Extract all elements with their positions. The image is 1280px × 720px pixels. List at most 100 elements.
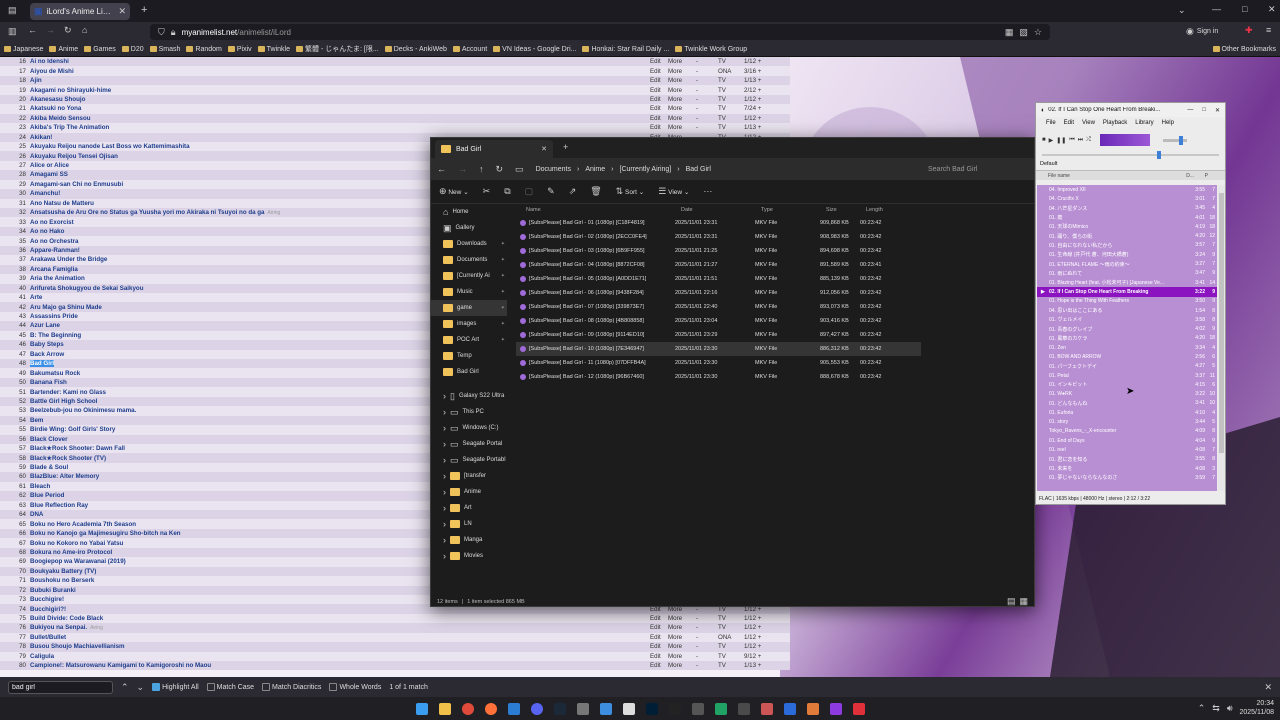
find-input[interactable] [8,680,113,694]
anime-title-text[interactable]: Black★Rock Shooter: Dawn Fall [30,445,125,452]
chevron-right-icon[interactable]: › [443,471,446,481]
back-icon[interactable]: ← [437,164,446,174]
file-name[interactable]: [SubsPlease] Bad Girl - 05 (1080p) [A0DD… [520,276,675,282]
anime-title-text[interactable]: Boukyaku Battery (TV) [30,568,96,575]
anime-title-text[interactable]: Aiyou de Mishi [30,68,74,75]
column-name[interactable]: Name [526,207,681,213]
chevron-right-icon[interactable]: › [443,423,446,433]
playlist-track[interactable]: 01. reel 4:08 7 [1037,445,1217,454]
anime-title-text[interactable]: BlazBlue: Alter Memory [30,473,99,480]
pin-icon[interactable]: ✦ [501,289,507,295]
reload-icon[interactable]: ↻ [64,26,72,35]
file-row[interactable]: [SubsPlease] Bad Girl - 04 (1080p) [8872… [516,258,921,272]
photoshop-taskbar-icon[interactable] [645,702,658,715]
playlist-tab[interactable]: Default [1036,159,1225,171]
more-link[interactable]: More [668,115,696,122]
anime-title-text[interactable]: Birdie Wing: Golf Girls' Story [30,426,115,433]
increment-button[interactable]: + [756,653,762,660]
increment-button[interactable]: + [756,615,762,622]
anime-title-text[interactable]: Akikan! [30,134,52,141]
chevron-right-icon[interactable]: › [443,391,446,401]
player-menu-item[interactable]: File [1046,120,1056,126]
playlist-track[interactable]: 01. 夢じゃないならなんなのさ 3:59 7 [1037,473,1217,482]
app-taskbar-icon[interactable] [599,702,612,715]
anime-title-text[interactable]: Beelzebub-jou no Okinimesu mama. [30,407,136,414]
increment-button[interactable]: + [756,68,762,75]
anime-title[interactable]: Akatsuki no Yona [30,105,650,112]
breadcrumb-item[interactable]: Bad Girl [686,166,711,173]
other-bookmarks[interactable]: Other Bookmarks [1212,46,1276,53]
match-case-checkbox[interactable] [206,683,215,691]
player-menu-item[interactable]: Library [1135,120,1153,126]
more-link[interactable]: More [668,105,696,112]
file-name[interactable]: [SubsPlease] Bad Girl - 07 (1080p) [3398… [520,304,675,310]
reader-view-icon[interactable]: ▦ [1005,27,1014,37]
volume-handle[interactable] [1178,135,1183,145]
delete-icon[interactable]: 🗑︎ [590,187,601,196]
minimize-icon[interactable]: — [1212,5,1221,14]
close-window-icon[interactable]: ✕ [1215,107,1220,114]
playlist-track[interactable]: Tokyo_Ravens_-_X-encounter 4:09 8 [1037,427,1217,436]
playlist-column-duration[interactable]: D... [1172,173,1194,179]
chevron-right-icon[interactable]: › [443,487,446,497]
file-name[interactable]: [SubsPlease] Bad Girl - 09 (1080p) [9114… [520,332,675,338]
previous-icon[interactable]: ⏮︎ [1069,137,1074,144]
view-button[interactable]: ☰ View ⌄ [658,187,689,197]
next-icon[interactable]: ⏭︎ [1078,137,1083,144]
increment-button[interactable]: + [756,77,762,84]
pin-icon[interactable]: ✦ [501,241,507,247]
playlist-track[interactable]: 01. Blazing Heart (feat. 小松未可子) [Japanes… [1037,278,1217,287]
anime-title[interactable]: Bukiyou na Senpai. Airing [30,624,650,631]
nav-item[interactable]: game ✦ [431,300,507,316]
forward-icon[interactable]: → [46,26,55,35]
anime-title-text[interactable]: Ai no Idenshi [30,58,69,65]
column-date[interactable]: Date [681,207,761,213]
playlist-track[interactable]: 04. Improved XII 3:55 7 [1037,185,1217,194]
anime-title-text[interactable]: Bem [30,417,43,424]
paste-icon[interactable]: ▢ [525,187,534,196]
nav-item[interactable]: › ▭ This PC [431,404,507,420]
anime-title-text[interactable]: Battle Girl High School [30,398,97,405]
more-link[interactable]: More [668,624,696,631]
stop-icon[interactable]: ■ [1042,137,1046,143]
file-row[interactable]: [SubsPlease] Bad Girl - 05 (1080p) [A0DD… [516,272,921,286]
playlist-track[interactable]: 01. 廃 4:01 18 [1037,213,1217,222]
anime-title-text[interactable]: Ao no Exorcist [30,219,74,226]
file-row[interactable]: [SubsPlease] Bad Girl - 09 (1080p) [9114… [516,328,921,342]
anime-title-text[interactable]: Aru Majo ga Shinu Made [30,304,102,311]
volume-slider[interactable] [1162,135,1187,145]
pin-icon[interactable]: ✦ [501,321,507,327]
player-menu-item[interactable]: Edit [1064,120,1074,126]
file-row[interactable]: [SubsPlease] Bad Girl - 06 (1080p) [9438… [516,286,921,300]
more-link[interactable]: More [668,662,696,669]
player-menu-item[interactable]: View [1082,120,1095,126]
close-find-bar-icon[interactable]: ✕ [1264,682,1272,692]
breadcrumb-item[interactable]: [Currently Airing] [620,166,672,173]
app2-taskbar-icon[interactable] [691,702,704,715]
pin-icon[interactable]: ✦ [501,257,507,263]
anime-title-text[interactable]: Azur Lane [30,322,60,329]
sign-in-button[interactable]: ◉ Sign in [1186,27,1218,36]
steam-taskbar-icon[interactable] [553,702,566,715]
anime-title-text[interactable]: Amagami SS [30,171,68,178]
file-name[interactable]: [SubsPlease] Bad Girl - 12 (1080p) [96B6… [520,374,675,380]
anime-title-text[interactable]: Akanesasu Shoujo [30,96,85,103]
increment-button[interactable]: + [756,643,762,650]
playlist-track[interactable]: 04. Crucifix X 3:01 7 [1037,194,1217,203]
app6-taskbar-icon[interactable] [806,702,819,715]
random-icon[interactable]: ⤮ [1086,137,1091,144]
column-size[interactable]: Size [826,207,866,213]
edit-link[interactable]: Edit [650,634,668,641]
bookmark-item[interactable]: D20 [121,46,144,53]
nav-item[interactable]: › ▭ Seagate Portal [431,436,507,452]
back-icon[interactable]: ← [28,26,37,35]
increment-button[interactable]: + [756,96,762,103]
playlist-track[interactable]: 01. Zen 3:34 4 [1037,343,1217,352]
pin-icon[interactable]: ✦ [501,337,507,343]
anime-title-text[interactable]: B: The Beginning [30,332,81,339]
more-link[interactable]: More [668,96,696,103]
chevron-right-icon[interactable]: › [443,455,446,465]
bookmark-item[interactable]: Random [186,46,222,53]
anime-title-text[interactable]: DNA [30,511,43,518]
anime-title-text[interactable]: Boku no Hero Academia 7th Season [30,521,136,528]
